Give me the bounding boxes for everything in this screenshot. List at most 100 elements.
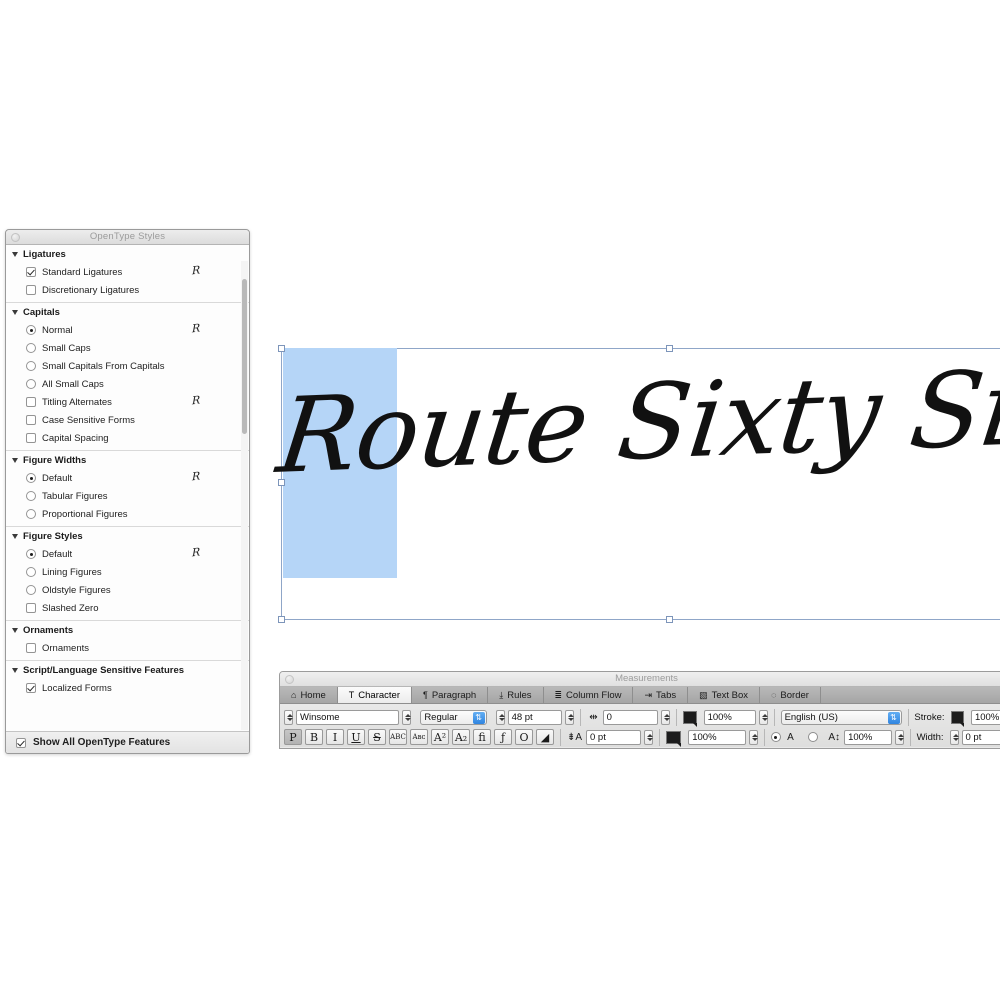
checkbox-discretionary-ligatures[interactable] bbox=[26, 285, 36, 295]
opentype-option-row[interactable]: Capital Spacing bbox=[6, 429, 249, 447]
tab-rules[interactable]: ⤓ Rules bbox=[488, 687, 544, 703]
opentype-option-row[interactable]: Small Capitals From Capitals bbox=[6, 357, 249, 375]
radio-all-small-caps[interactable] bbox=[26, 379, 36, 389]
opentype-panel-titlebar[interactable]: OpenType Styles bbox=[6, 230, 249, 245]
font-family-stepper-right[interactable] bbox=[402, 709, 412, 725]
scale-field[interactable]: 100% bbox=[844, 729, 892, 745]
style-button-plain[interactable]: P bbox=[284, 729, 302, 745]
text-direction-ltr-radio[interactable] bbox=[770, 732, 781, 742]
radio-normal[interactable] bbox=[26, 325, 36, 335]
tab-character[interactable]: T Character bbox=[337, 687, 412, 703]
checkbox-capital-spacing[interactable] bbox=[26, 433, 36, 443]
text-color-shade-field[interactable]: 100% bbox=[703, 709, 756, 725]
background-color-swatch[interactable] bbox=[666, 730, 682, 747]
tab-border[interactable]: ◌ Border bbox=[760, 687, 821, 703]
checkbox-localized-forms[interactable] bbox=[26, 683, 36, 693]
opentype-group-header[interactable]: Figure Styles bbox=[6, 527, 249, 545]
opentype-option-row[interactable]: Localized Forms bbox=[6, 679, 249, 697]
measurements-titlebar[interactable]: Measurements bbox=[280, 672, 1000, 687]
opentype-option-row[interactable]: All Small Caps bbox=[6, 375, 249, 393]
tab-home[interactable]: ⌂ Home bbox=[280, 687, 338, 703]
font-size-stepper-right[interactable] bbox=[565, 709, 575, 725]
radio-proportional-figures[interactable] bbox=[26, 509, 36, 519]
handle-top-middle[interactable] bbox=[666, 345, 673, 352]
style-button-all-caps[interactable]: ABC bbox=[389, 729, 407, 745]
tracking-field[interactable]: 0 bbox=[602, 709, 659, 725]
checkbox-titling-alternates[interactable] bbox=[26, 397, 36, 407]
checkbox-ornaments[interactable] bbox=[26, 643, 36, 653]
handle-bottom-left[interactable] bbox=[278, 616, 285, 623]
opentype-option-row[interactable]: Oldstyle Figures bbox=[6, 581, 249, 599]
style-button-subscript[interactable]: A₂ bbox=[452, 729, 470, 745]
baseline-shift-field[interactable]: 0 pt bbox=[585, 729, 642, 745]
triangle-down-icon[interactable] bbox=[12, 628, 18, 633]
radio-oldstyle-figures[interactable] bbox=[26, 585, 36, 595]
font-size-field[interactable]: 48 pt bbox=[507, 709, 563, 725]
opentype-option-row[interactable]: Case Sensitive Forms bbox=[6, 411, 249, 429]
tracking-stepper[interactable] bbox=[661, 709, 671, 725]
handle-bottom-middle[interactable] bbox=[666, 616, 673, 623]
opentype-panel-scrollbar[interactable] bbox=[241, 261, 248, 730]
canvas-text[interactable]: Route Sixty Six bbox=[272, 345, 1000, 497]
opentype-option-row[interactable]: Discretionary Ligatures bbox=[6, 281, 249, 299]
triangle-down-icon[interactable] bbox=[12, 534, 18, 539]
opentype-option-row[interactable]: Default R bbox=[6, 545, 249, 563]
tab-paragraph[interactable]: ¶ Paragraph bbox=[412, 687, 489, 703]
width-stepper[interactable] bbox=[949, 729, 959, 745]
style-button-italic[interactable]: I bbox=[326, 729, 344, 745]
opentype-group-header[interactable]: Ligatures bbox=[6, 245, 249, 263]
opentype-option-row[interactable]: Titling Alternates R bbox=[6, 393, 249, 411]
radio-lining-figures[interactable] bbox=[26, 567, 36, 577]
tab-tabs[interactable]: ⇥ Tabs bbox=[633, 687, 689, 703]
style-button-script[interactable]: ƒ bbox=[494, 729, 512, 745]
radio-tabular-figures[interactable] bbox=[26, 491, 36, 501]
font-style-popup[interactable]: Regular ⇅ bbox=[420, 709, 487, 725]
opentype-option-row[interactable]: Tabular Figures bbox=[6, 487, 249, 505]
triangle-down-icon[interactable] bbox=[12, 458, 18, 463]
text-color-swatch[interactable] bbox=[683, 710, 698, 727]
handle-middle-left[interactable] bbox=[278, 479, 285, 486]
stroke-color-swatch[interactable] bbox=[950, 710, 965, 727]
style-button-outline[interactable]: O bbox=[515, 729, 533, 745]
radio-default[interactable] bbox=[26, 473, 36, 483]
opentype-option-row[interactable]: Small Caps bbox=[6, 339, 249, 357]
opentype-option-row[interactable]: Normal R bbox=[6, 321, 249, 339]
style-button-superscript[interactable]: A² bbox=[431, 729, 449, 745]
triangle-down-icon[interactable] bbox=[12, 252, 18, 257]
text-color-shade-stepper[interactable] bbox=[758, 709, 768, 725]
show-all-opentype-features-checkbox[interactable] bbox=[16, 737, 26, 748]
opentype-group-header[interactable]: Capitals bbox=[6, 303, 249, 321]
text-box-object[interactable]: Route Sixty Six bbox=[272, 345, 1000, 623]
opentype-group-header[interactable]: Script/Language Sensitive Features bbox=[6, 661, 249, 679]
background-shade-stepper[interactable] bbox=[748, 729, 758, 745]
opentype-option-row[interactable]: Ornaments bbox=[6, 639, 249, 657]
width-field[interactable]: 0 pt bbox=[961, 729, 1000, 745]
radio-small-caps[interactable] bbox=[26, 343, 36, 353]
opentype-group-header[interactable]: Figure Widths bbox=[6, 451, 249, 469]
text-direction-rtl-radio[interactable] bbox=[808, 732, 819, 742]
radio-default[interactable] bbox=[26, 549, 36, 559]
checkbox-slashed-zero[interactable] bbox=[26, 603, 36, 613]
scale-stepper[interactable] bbox=[894, 729, 904, 745]
style-button-strikethrough[interactable]: S bbox=[368, 729, 386, 745]
tab-text-box[interactable]: ▧ Text Box bbox=[688, 687, 761, 703]
opentype-option-row[interactable]: Slashed Zero bbox=[6, 599, 249, 617]
opentype-option-row[interactable]: Default R bbox=[6, 469, 249, 487]
radio-small-capitals-from-capitals[interactable] bbox=[26, 361, 36, 371]
style-button-bold[interactable]: B bbox=[305, 729, 323, 745]
tab-column-flow[interactable]: ≣ Column Flow bbox=[544, 687, 634, 703]
style-button-shadow[interactable]: ◢ bbox=[536, 729, 554, 745]
scrollbar-thumb[interactable] bbox=[241, 279, 247, 434]
style-button-ligature[interactable]: ﬁ bbox=[473, 729, 491, 745]
font-size-stepper[interactable] bbox=[495, 709, 505, 725]
opentype-option-row[interactable]: Standard Ligatures R bbox=[6, 263, 249, 281]
baseline-shift-stepper[interactable] bbox=[644, 729, 654, 745]
triangle-down-icon[interactable] bbox=[12, 668, 18, 673]
stroke-shade-field[interactable]: 100% bbox=[970, 709, 1000, 725]
font-family-stepper[interactable] bbox=[284, 709, 293, 725]
opentype-option-row[interactable]: Lining Figures bbox=[6, 563, 249, 581]
triangle-down-icon[interactable] bbox=[12, 310, 18, 315]
opentype-group-header[interactable]: Ornaments bbox=[6, 621, 249, 639]
checkbox-case-sensitive-forms[interactable] bbox=[26, 415, 36, 425]
show-all-opentype-features-row[interactable]: Show All OpenType Features bbox=[6, 731, 249, 753]
